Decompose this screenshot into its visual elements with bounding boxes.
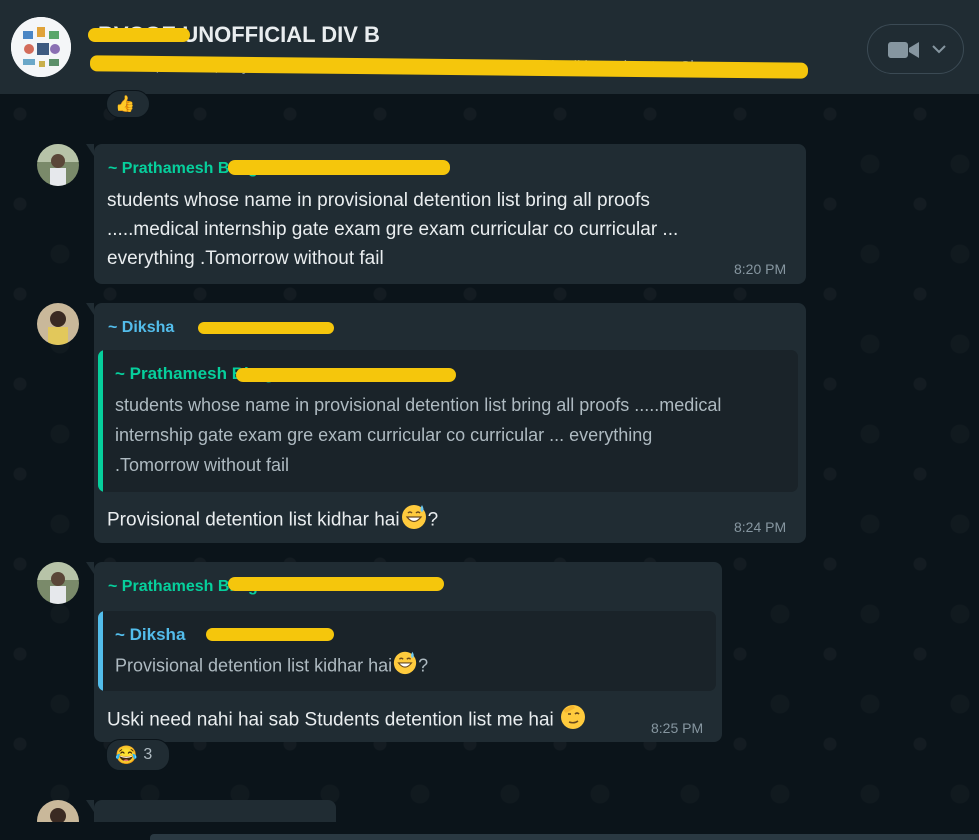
chat-header[interactable]: BVCOE UNOFFICIAL DIV B Bhushan, Devesh, … <box>0 0 979 94</box>
quoted-sender: ~ Diksha <box>115 625 186 644</box>
video-camera-icon <box>888 40 920 65</box>
message-time: 8:24 PM <box>734 519 787 535</box>
message-time: 8:25 PM <box>651 720 704 736</box>
message-sender[interactable]: ~ Diksha <box>108 319 174 337</box>
quoted-message[interactable]: ~ Prathamesh Bhagat students whose name … <box>98 350 798 492</box>
redaction-mark <box>228 577 444 591</box>
salute-emoji <box>559 702 587 739</box>
message-line: everything .Tomorrow without fail <box>107 248 384 269</box>
thumbs-up-emoji: 👍 <box>115 96 135 113</box>
sweat-smile-emoji <box>400 502 428 539</box>
avatar[interactable] <box>37 562 79 604</box>
quote-bar <box>98 350 103 492</box>
message-bubble[interactable]: ~ Prathamesh Bhagat ~ Diksha Provisional… <box>86 562 722 742</box>
chevron-down-icon <box>931 42 947 61</box>
quoted-text: Provisional detention list kidhar hai ? <box>115 649 428 684</box>
avatar[interactable] <box>37 303 79 345</box>
sweat-smile-emoji <box>392 649 418 684</box>
message-line: students whose name in provisional deten… <box>107 190 650 211</box>
message-bubble[interactable]: ~ Prathamesh Bhagat students whose name … <box>86 144 806 284</box>
message-text-body: Uski need nahi hai sab Students detentio… <box>107 709 554 731</box>
message-line: .....medical internship gate exam gre ex… <box>107 219 679 240</box>
quoted-message[interactable]: ~ Diksha Provisional detention list kidh… <box>98 611 716 691</box>
tears-of-joy-emoji: 😂 <box>115 744 138 765</box>
message-text: Provisional detention list kidhar hai ? <box>107 502 438 539</box>
message-composer[interactable] <box>150 834 979 840</box>
message-text-body: Provisional detention list kidhar hai <box>107 509 400 531</box>
redaction-mark <box>228 160 450 175</box>
redaction-mark <box>88 28 190 42</box>
reaction-pill[interactable]: 👍 <box>106 90 150 118</box>
quoted-line: .Tomorrow without fail <box>115 455 290 475</box>
quote-bar <box>98 611 103 691</box>
message-text-suffix: ? <box>427 509 439 531</box>
quoted-line: students whose name in provisional deten… <box>115 395 722 415</box>
reaction-count: 3 <box>143 746 153 763</box>
message-bubble[interactable]: ~ Diksha ~ Prathamesh Bhagat students wh… <box>86 303 806 543</box>
video-call-button[interactable] <box>867 24 964 74</box>
avatar[interactable] <box>37 144 79 186</box>
quoted-text-body: Provisional detention list kidhar hai <box>115 655 393 676</box>
quoted-text-suffix: ? <box>418 655 429 676</box>
quoted-text: students whose name in provisional deten… <box>115 390 795 480</box>
message-text: students whose name in provisional deten… <box>107 186 797 273</box>
redaction-mark <box>236 368 456 382</box>
reaction-pill[interactable]: 😂 3 <box>106 739 170 771</box>
redaction-mark <box>206 628 334 641</box>
message-text: Uski need nahi hai sab Students detentio… <box>107 702 587 739</box>
group-avatar[interactable] <box>11 17 71 77</box>
message-time: 8:20 PM <box>734 261 787 277</box>
redaction-mark <box>198 322 334 334</box>
quoted-line: internship gate exam gre exam curricular… <box>115 425 653 445</box>
